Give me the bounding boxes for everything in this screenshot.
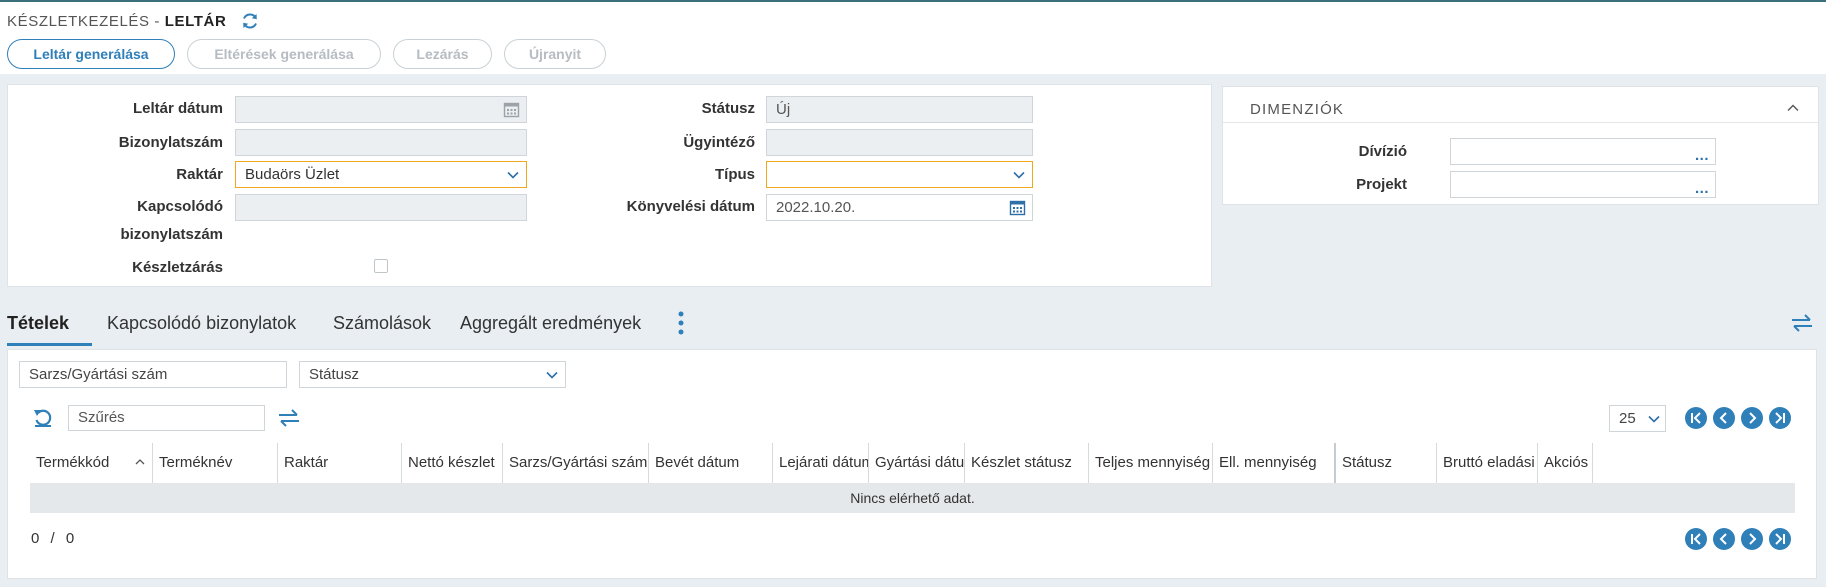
reopen-button[interactable]: Újranyit <box>504 39 606 69</box>
chevron-up-icon[interactable] <box>1786 101 1800 115</box>
column-header-warehouse[interactable]: Raktár <box>278 443 402 483</box>
next-page-button[interactable] <box>1741 528 1763 550</box>
more-vertical-icon[interactable] <box>676 310 686 336</box>
inventory-date-field[interactable] <box>235 96 527 123</box>
chevron-down-icon[interactable] <box>1012 168 1026 182</box>
pager-current: 0 <box>31 530 40 547</box>
project-label: Projekt <box>1356 176 1407 193</box>
swap-icon[interactable] <box>277 408 301 428</box>
division-field[interactable]: ... <box>1450 138 1716 165</box>
type-label: Típus <box>715 166 755 183</box>
tab-aggregated-results[interactable]: Aggregált eredmények <box>460 313 641 334</box>
last-page-button[interactable] <box>1769 407 1791 429</box>
warehouse-label: Raktár <box>176 166 223 183</box>
warehouse-value: Budaörs Üzlet <box>245 166 340 183</box>
generate-inventory-button[interactable]: Leltár generálása <box>7 39 175 69</box>
type-select[interactable] <box>766 161 1033 188</box>
posting-date-value: 2022.10.20. <box>776 199 856 216</box>
chevron-down-icon[interactable] <box>545 368 559 382</box>
column-header-batch-number[interactable]: Sarzs/Gyártási szám <box>503 443 649 483</box>
first-page-button[interactable] <box>1685 407 1707 429</box>
prev-page-button[interactable] <box>1713 528 1735 550</box>
related-doc-label-2: bizonylatszám <box>120 226 223 243</box>
stock-closing-checkbox[interactable] <box>374 259 388 273</box>
posting-date-label: Könyvelési dátum <box>626 198 755 215</box>
posting-date-field[interactable]: 2022.10.20. <box>766 194 1033 221</box>
page-size-select[interactable]: 25 <box>1609 405 1666 432</box>
column-header-promo[interactable]: Akciós <box>1538 443 1593 483</box>
related-doc-field[interactable] <box>235 194 527 221</box>
active-tab-indicator <box>7 343 92 346</box>
last-page-button[interactable] <box>1769 528 1791 550</box>
first-page-button[interactable] <box>1685 528 1707 550</box>
column-header-product-code[interactable]: Termékkód <box>30 443 153 483</box>
breadcrumb-parent[interactable]: KÉSZLETKEZELÉS - <box>7 13 160 30</box>
stock-closing-label: Készletzárás <box>132 259 223 276</box>
page-header: KÉSZLETKEZELÉS - LELTÁR Leltár generálás… <box>0 2 1826 74</box>
chevron-down-icon[interactable] <box>506 168 520 182</box>
column-header-production-date[interactable]: Gyártási dátum <box>869 443 965 483</box>
inventory-date-label: Leltár dátum <box>132 100 223 117</box>
pager-separator: / <box>50 530 55 547</box>
status-filter-select[interactable]: Státusz <box>299 361 566 388</box>
prev-page-button[interactable] <box>1713 407 1735 429</box>
more-icon[interactable]: ... <box>1695 176 1709 201</box>
dimensions-divider <box>1223 122 1818 123</box>
chevron-down-icon[interactable] <box>1647 412 1661 426</box>
column-header-product-name[interactable]: Terméknév <box>153 443 278 483</box>
page-title: LELTÁR <box>164 13 227 30</box>
column-header-receipt-date[interactable]: Bevét dátum <box>649 443 773 483</box>
breadcrumb: KÉSZLETKEZELÉS - LELTÁR <box>7 13 226 30</box>
column-header-status[interactable]: Státusz <box>1336 443 1437 483</box>
batch-number-filter[interactable]: Sarzs/Gyártási szám <box>19 361 287 388</box>
tab-counts[interactable]: Számolások <box>333 313 431 334</box>
column-header-total-quantity[interactable]: Teljes mennyiség <box>1089 443 1213 483</box>
reset-filter-icon[interactable] <box>32 407 54 429</box>
column-header-expiry-date[interactable]: Lejárati dátum <box>773 443 869 483</box>
status-label: Státusz <box>701 100 755 117</box>
sort-asc-icon[interactable] <box>134 456 146 468</box>
calendar-icon[interactable] <box>1009 199 1026 216</box>
swap-icon[interactable] <box>1790 313 1814 333</box>
handler-field[interactable] <box>766 129 1033 156</box>
pager-total: 0 <box>65 530 75 547</box>
project-field[interactable]: ... <box>1450 171 1716 198</box>
related-doc-label-1: Kapcsolódó <box>137 198 223 215</box>
division-label: Dívízió <box>1358 143 1407 160</box>
tab-related-docs[interactable]: Kapcsolódó bizonylatok <box>107 313 296 334</box>
column-header-gross-price[interactable]: Bruttó eladási ár <box>1437 443 1538 483</box>
warehouse-select[interactable]: Budaörs Üzlet <box>235 161 527 188</box>
status-field: Új <box>766 96 1033 123</box>
column-header-checked-quantity[interactable]: Ell. mennyiség <box>1213 443 1336 483</box>
empty-grid-message: Nincs elérhető adat. <box>30 483 1795 513</box>
doc-number-label: Bizonylatszám <box>118 134 223 151</box>
column-header-stock-status[interactable]: Készlet státusz <box>965 443 1089 483</box>
generate-differences-button[interactable]: Eltérések generálása <box>187 39 381 69</box>
dimensions-title: DIMENZIÓK <box>1250 101 1345 118</box>
page-size-value: 25 <box>1619 410 1636 427</box>
next-page-button[interactable] <box>1741 407 1763 429</box>
search-input[interactable]: Szűrés <box>68 405 265 431</box>
handler-label: Ügyintéző <box>683 134 755 151</box>
column-header-net-stock[interactable]: Nettó készlet <box>402 443 503 483</box>
calendar-icon[interactable] <box>503 101 520 118</box>
refresh-icon[interactable] <box>240 11 260 31</box>
close-inventory-button[interactable]: Lezárás <box>393 39 492 69</box>
more-icon[interactable]: ... <box>1695 143 1709 168</box>
pager-info: 0 / 0 <box>31 530 74 547</box>
tab-items[interactable]: Tételek <box>7 313 69 334</box>
status-filter-value: Státusz <box>309 366 360 383</box>
doc-number-field[interactable] <box>235 129 527 156</box>
